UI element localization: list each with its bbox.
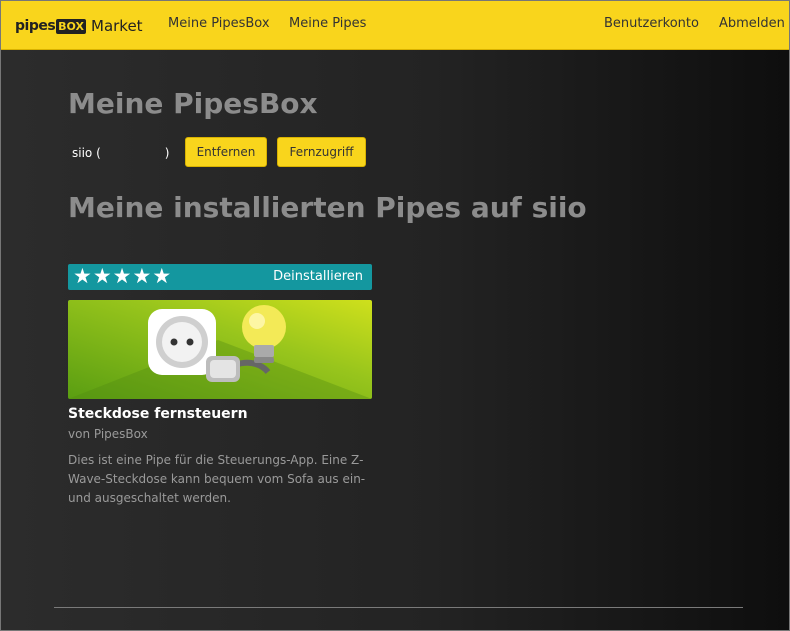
device-row: siio ( ) [72,138,169,168]
pipe-card-image[interactable] [68,300,372,399]
pipe-card-header: ★ ★ ★ ★ ★ Deinstallieren [68,264,372,290]
nav-link-meine-pipesbox[interactable]: Meine PipesBox [168,16,270,31]
pipe-illustration [68,300,372,399]
power-socket-icon [148,309,216,375]
page-title: Meine PipesBox [68,87,318,120]
brand-logo[interactable]: pipes BOX Market [15,14,143,38]
logo-market-text: Market [91,17,143,35]
star-icon: ★ [132,264,152,288]
uninstall-link[interactable]: Deinstallieren [273,269,363,284]
rating-stars: ★ ★ ★ ★ ★ [73,266,172,287]
logo-box-text: BOX [56,18,86,34]
nav-link-abmelden[interactable]: Abmelden [719,16,785,31]
nav-link-meine-pipes[interactable]: Meine Pipes [289,16,366,31]
installed-pipes-title: Meine installierten Pipes auf siio [68,191,587,224]
logo-pipes-text: pipes [15,18,56,34]
remove-button[interactable]: Entfernen [185,137,267,167]
device-name-close: ) [164,146,170,160]
device-name: siio ( [72,146,101,160]
pipe-title[interactable]: Steckdose fernsteuern [68,406,248,422]
star-icon: ★ [112,264,132,288]
star-icon: ★ [152,264,172,288]
remote-access-button[interactable]: Fernzugriff [277,137,366,167]
app-window: pipes BOX Market Meine PipesBox Meine Pi… [0,0,790,631]
nav-link-benutzerkonto[interactable]: Benutzerkonto [604,16,699,31]
star-icon: ★ [92,264,112,288]
footer-divider [54,607,743,608]
top-navbar: pipes BOX Market Meine PipesBox Meine Pi… [1,1,789,50]
pipe-author: von PipesBox [68,427,148,441]
star-icon: ★ [73,264,92,288]
pipe-description: Dies ist eine Pipe für die Steuerungs-Ap… [68,453,366,505]
